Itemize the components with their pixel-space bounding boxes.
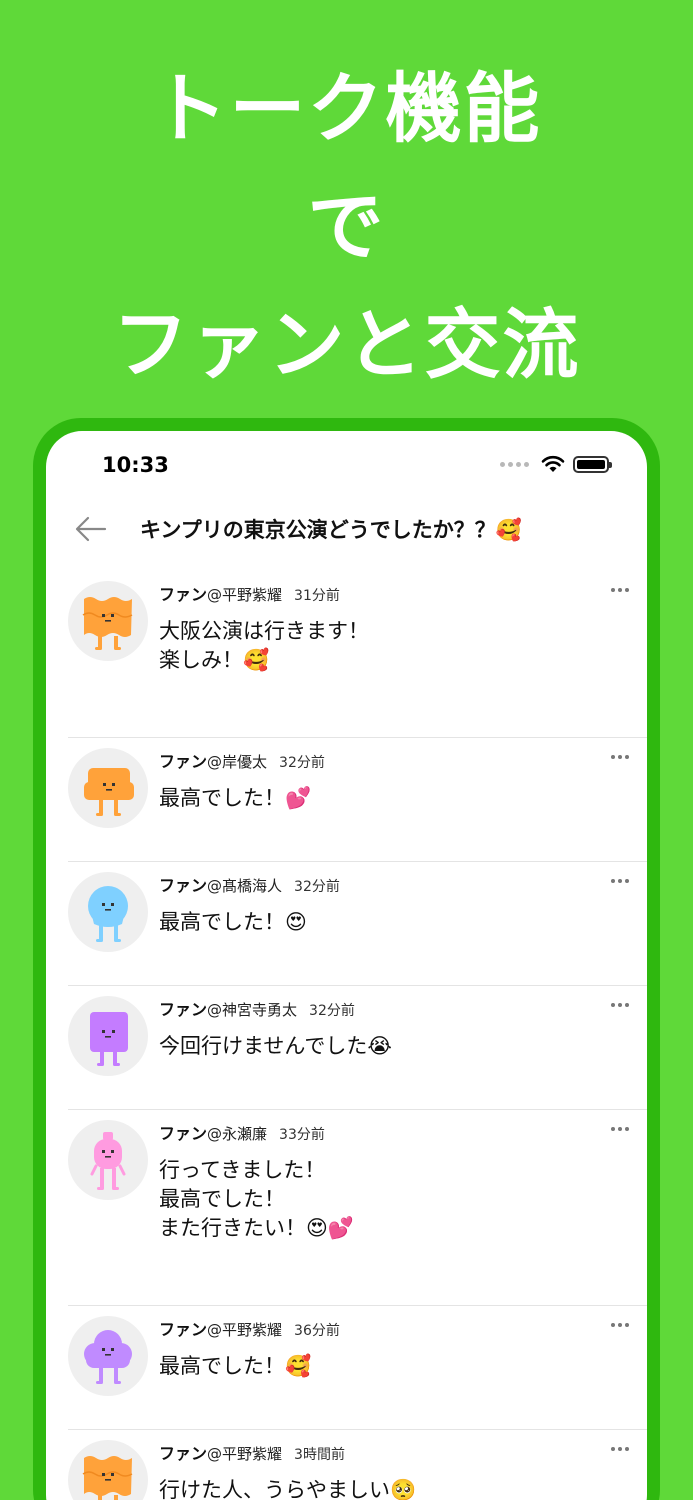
post-time: 36分前 (294, 1323, 340, 1339)
post-line: 最高でした！💕 (159, 786, 312, 810)
topic-title: キンプリの東京公演どうでしたか？？🥰 (140, 518, 522, 542)
avatar[interactable] (68, 872, 148, 952)
post-header: ファン@岸優太 32分前 (159, 748, 325, 772)
author-name[interactable]: ファン@岸優太 (159, 748, 267, 772)
author-name[interactable]: ファン@平野紫耀 (159, 581, 282, 605)
author-handle: @髙橋海人 (207, 877, 283, 895)
post-time: 33分前 (279, 1127, 325, 1143)
author-label: ファン (159, 585, 208, 604)
post-body: 行けた人、うらやましい🥺 (159, 1476, 416, 1500)
post-item[interactable]: ファン@平野紫耀 3時間前行けた人、うらやましい🥺 (68, 1430, 647, 1500)
avatar[interactable] (68, 748, 148, 828)
author-name[interactable]: ファン@髙橋海人 (159, 872, 282, 896)
post-line: 楽しみ！🥰 (159, 648, 270, 672)
author-handle: @平野紫耀 (207, 1445, 283, 1463)
battery-icon (573, 455, 612, 473)
post-time: 3時間前 (294, 1447, 345, 1463)
avatar[interactable] (68, 1440, 148, 1500)
author-label: ファン (159, 1124, 208, 1143)
post-line: また行きたい！😍💕 (159, 1216, 355, 1240)
back-arrow-icon[interactable] (74, 512, 108, 546)
post-header: ファン@平野紫耀 36分前 (159, 1316, 340, 1340)
post-item[interactable]: ファン@平野紫耀 31分前大阪公演は行きます！ 楽しみ！🥰 (68, 571, 647, 738)
post-header: ファン@髙橋海人 32分前 (159, 872, 340, 896)
author-name[interactable]: ファン@永瀬廉 (159, 1120, 267, 1144)
post-body: 最高でした！💕 (159, 784, 311, 813)
avatar[interactable] (68, 996, 148, 1076)
promo-headline: トーク機能 で ファンと交流 (0, 50, 693, 404)
avatar[interactable] (68, 1120, 148, 1200)
more-options-icon[interactable] (609, 585, 631, 595)
post-body: 最高でした！🥰 (159, 1352, 311, 1381)
signal-icon (500, 461, 529, 467)
post-line: 最高でした！🥰 (159, 1354, 312, 1378)
phone-screen: 10:33 キンプリの東京公演どうでしたか？？🥰 ファン@平野紫耀 31分前 大阪公… (46, 431, 647, 1500)
topic-header: キンプリの東京公演どうでしたか？？🥰 (46, 506, 647, 556)
post-body: 今回行けませんでした😭 (159, 1032, 392, 1061)
headline-line-3: ファンと交流 (112, 300, 581, 389)
avatar[interactable] (68, 581, 148, 661)
avatar[interactable] (68, 1316, 148, 1396)
more-options-icon[interactable] (609, 752, 631, 762)
author-handle: @神宮寺勇太 (207, 1001, 298, 1019)
post-body: 大阪公演は行きます！ 楽しみ！🥰 (159, 617, 369, 675)
post-body: 行ってきました！ 最高でした！ また行きたい！😍💕 (159, 1156, 354, 1243)
post-line: 最高でした！😍 (159, 910, 307, 934)
more-options-icon[interactable] (609, 876, 631, 886)
post-header: ファン@平野紫耀 31分前 (159, 581, 340, 605)
post-line: 行ってきました！ (159, 1158, 326, 1182)
post-item[interactable]: ファン@髙橋海人 32分前最高でした！😍 (68, 862, 647, 986)
author-label: ファン (159, 1444, 208, 1463)
post-header: ファン@永瀬廉 33分前 (159, 1120, 325, 1144)
more-options-icon[interactable] (609, 1000, 631, 1010)
author-label: ファン (159, 1000, 208, 1019)
post-time: 31分前 (294, 588, 340, 604)
author-handle: @平野紫耀 (207, 586, 283, 604)
post-line: 大阪公演は行きます！ (159, 619, 369, 643)
post-line: 行けた人、うらやましい🥺 (159, 1478, 417, 1500)
more-options-icon[interactable] (609, 1320, 631, 1330)
author-label: ファン (159, 1320, 208, 1339)
status-time: 10:33 (102, 453, 169, 477)
more-options-icon[interactable] (609, 1444, 631, 1454)
author-name[interactable]: ファン@神宮寺勇太 (159, 996, 297, 1020)
post-header: ファン@平野紫耀 3時間前 (159, 1440, 345, 1464)
wifi-icon (541, 455, 565, 472)
post-item[interactable]: ファン@神宮寺勇太 32分前今回行けませんでした😭 (68, 986, 647, 1110)
headline-line-1: トーク機能 (151, 64, 542, 153)
author-label: ファン (159, 876, 208, 895)
post-line: 最高でした！ (159, 1187, 285, 1211)
post-list: ファン@平野紫耀 31分前 大阪公演は行きます！ 楽しみ！🥰 ファン@岸優太 32分前 最高… (68, 571, 647, 1500)
more-options-icon[interactable] (609, 1124, 631, 1134)
post-body: 最高でした！😍 (159, 908, 307, 937)
author-name[interactable]: ファン@平野紫耀 (159, 1316, 282, 1340)
author-handle: @永瀬廉 (207, 1125, 268, 1143)
post-header: ファン@神宮寺勇太 32分前 (159, 996, 355, 1020)
post-time: 32分前 (294, 879, 340, 895)
author-name[interactable]: ファン@平野紫耀 (159, 1440, 282, 1464)
status-bar: 10:33 (46, 431, 647, 491)
headline-line-2: で (307, 182, 386, 271)
status-icons (500, 455, 612, 473)
post-time: 32分前 (279, 755, 325, 771)
post-time: 32分前 (309, 1003, 355, 1019)
post-line: 今回行けませんでした😭 (159, 1034, 392, 1058)
post-item[interactable]: ファン@永瀬廉 33分前行ってきました！ 最高でした！ また行きたい！😍💕 (68, 1110, 647, 1306)
author-label: ファン (159, 752, 208, 771)
post-item[interactable]: ファン@平野紫耀 36分前最高でした！🥰 (68, 1306, 647, 1430)
post-item[interactable]: ファン@岸優太 32分前最高でした！💕 (68, 738, 647, 862)
author-handle: @平野紫耀 (207, 1321, 283, 1339)
author-handle: @岸優太 (207, 753, 268, 771)
